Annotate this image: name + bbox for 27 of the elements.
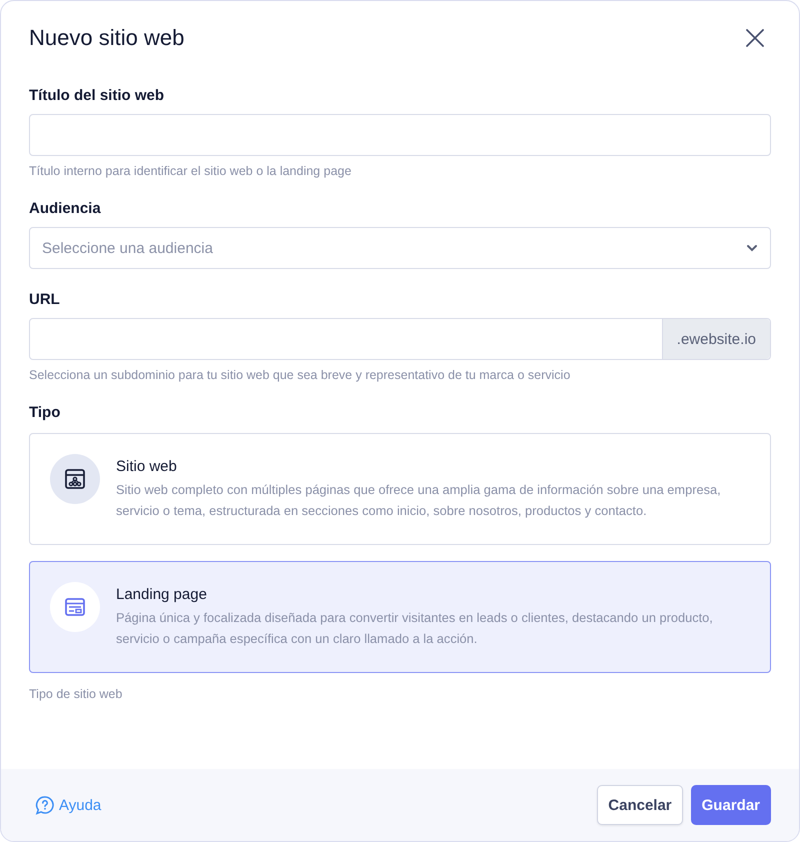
url-field[interactable]: .ewebsite.io	[29, 318, 771, 360]
layout-window-icon	[63, 595, 87, 619]
chevron-down-icon	[746, 244, 758, 252]
domain-suffix: .ewebsite.io	[662, 319, 770, 359]
save-button[interactable]: Guardar	[690, 785, 771, 825]
close-button[interactable]	[745, 28, 765, 48]
dialog-title: Nuevo sitio web	[29, 25, 184, 51]
option-title: Sitio web	[116, 458, 177, 475]
option-description: Página única y focalizada diseñada para convertir visitantes en leads o clientes, destacando un producto, servicio o campaña específica con un claro llamado a la acción.	[116, 609, 714, 648]
field-label: URL	[29, 291, 60, 308]
option-title: Landing page	[116, 586, 207, 603]
field-label: Tipo	[29, 404, 60, 421]
field-label: Título del sitio web	[29, 87, 164, 104]
type-option-card[interactable]	[29, 433, 771, 545]
title-field[interactable]	[29, 114, 771, 156]
type-option-card[interactable]: Landing page Página única y focalizada diseñada para convertir visitantes en leads o clientes, destacando un producto, servicio o campaña específica con un claro llamado a la acción.	[29, 561, 771, 673]
field-label: Audiencia	[29, 200, 101, 217]
cancel-button[interactable]: Cancelar	[597, 785, 683, 825]
help-text: Título interno para identificar el sitio web o la landing page	[29, 164, 352, 178]
close-icon	[745, 28, 765, 48]
question-bubble-icon	[35, 795, 55, 815]
help-text: Selecciona un subdominio para tu sitio web que sea breve y representativo de tu marca o servicio	[29, 368, 570, 382]
option-description: Sitio web completo con múltiples páginas que ofrece una amplia gama de información sobre una empresa, servicio o tema, estructurada en secciones como inicio, sobre nosotros, productos y contacto.	[116, 481, 722, 520]
help-text: Tipo de sitio web	[29, 687, 122, 701]
audience-select[interactable]: Seleccione una audiencia	[29, 227, 771, 269]
sitemap-window-icon	[63, 467, 87, 491]
help-link[interactable]: Ayuda	[35, 795, 102, 815]
